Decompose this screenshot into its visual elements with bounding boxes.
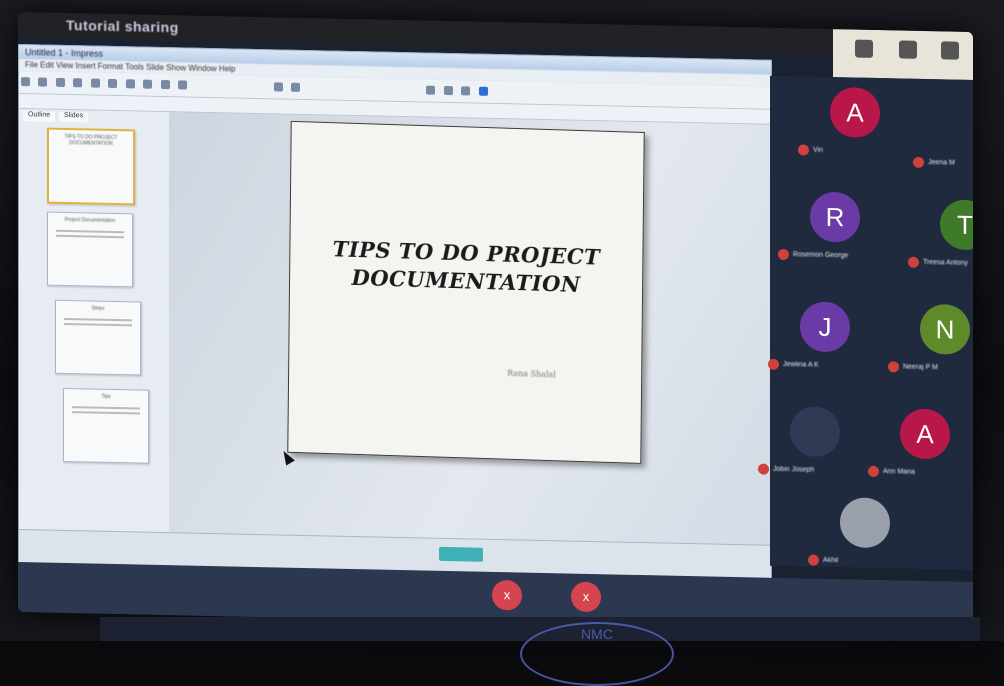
- slide-subtitle: Rana Shalal: [507, 368, 556, 380]
- participant-name: Vin: [813, 146, 823, 154]
- slide-workspace: TIPS TO DO PROJECT DOCUMENTATION Rana Sh…: [169, 112, 771, 545]
- participant-name: Treesa Antony: [923, 258, 968, 267]
- monitor-screen: Tutorial sharing Untitled 1 - Impress Fi…: [18, 11, 973, 633]
- bold-icon[interactable]: [426, 85, 436, 95]
- thumbnail-label: Steps: [91, 305, 105, 312]
- participant-name: Jobin Joseph: [773, 465, 815, 474]
- muted-icon: [768, 358, 779, 370]
- align-icon[interactable]: [478, 86, 488, 96]
- participant-avatar[interactable]: N: [920, 303, 970, 355]
- participant-avatar[interactable]: A: [830, 87, 880, 139]
- stop-video-button[interactable]: x: [571, 581, 601, 613]
- print-icon[interactable]: [73, 78, 83, 88]
- participants-icon[interactable]: [855, 39, 873, 58]
- new-icon[interactable]: [21, 77, 30, 87]
- paste-icon[interactable]: [143, 79, 153, 89]
- slide-thumbnail[interactable]: Steps: [55, 299, 141, 376]
- spellcheck-icon[interactable]: [90, 78, 100, 88]
- underline-icon[interactable]: [461, 86, 471, 96]
- thumbnail-label: TIPS TO DO PROJECT DOCUMENTATION: [64, 133, 118, 147]
- participants-panel: A Vin Jeena M R Rosemon George T Treesa Antony…: [758, 75, 973, 571]
- top-right-toolbar: [833, 29, 973, 81]
- participant-name: Ann Maria: [883, 468, 915, 476]
- muted-icon: [808, 554, 819, 566]
- shared-app-window: Untitled 1 - Impress File Edit View Inse…: [18, 43, 772, 580]
- open-icon[interactable]: [38, 77, 48, 87]
- italic-icon[interactable]: [443, 85, 453, 96]
- muted-icon: [888, 361, 899, 373]
- participant-name: Akhil: [823, 556, 839, 565]
- more-icon[interactable]: [941, 41, 959, 60]
- current-slide[interactable]: TIPS TO DO PROJECT DOCUMENTATION Rana Sh…: [287, 120, 645, 464]
- participant-name: Jeena M: [928, 159, 955, 167]
- muted-icon: [778, 248, 789, 261]
- chat-icon[interactable]: [899, 40, 917, 59]
- thumbnail-label: Tips: [101, 393, 111, 400]
- muted-icon: [913, 156, 924, 168]
- table-icon[interactable]: [273, 82, 283, 92]
- participant-avatar[interactable]: A: [900, 408, 950, 460]
- mute-mic-button[interactable]: x: [492, 579, 522, 611]
- participant-avatar[interactable]: [840, 497, 890, 549]
- muted-icon: [798, 144, 809, 156]
- slides-pane: Outline Slides TIPS TO DO PROJECT DOCUME…: [19, 109, 170, 533]
- status-indicator: [439, 546, 483, 562]
- participant-avatar[interactable]: T: [940, 199, 973, 251]
- participant-avatar[interactable]: [945, 99, 973, 151]
- participant-name: Neeraj P M: [903, 363, 938, 372]
- chart-icon[interactable]: [290, 82, 300, 92]
- thumbnail-label: Project Documentation: [64, 216, 116, 225]
- participant-avatar[interactable]: [790, 406, 840, 458]
- redo-icon[interactable]: [178, 80, 188, 90]
- watermark-stamp: NMC: [520, 622, 674, 686]
- meeting-title: Tutorial sharing: [66, 17, 179, 36]
- copy-icon[interactable]: [125, 79, 135, 89]
- slide-thumbnail[interactable]: Tips: [63, 387, 149, 464]
- participant-name: Rosemon George: [793, 251, 849, 260]
- tab-outline[interactable]: Outline: [23, 111, 56, 122]
- tab-slides[interactable]: Slides: [59, 111, 89, 123]
- slide-thumbnail[interactable]: TIPS TO DO PROJECT DOCUMENTATION: [47, 127, 135, 206]
- participant-avatar[interactable]: J: [800, 301, 850, 353]
- muted-icon: [758, 463, 769, 475]
- save-icon[interactable]: [55, 77, 65, 87]
- slide-thumbnail[interactable]: Project Documentation: [47, 211, 133, 288]
- muted-icon: [868, 465, 879, 478]
- slide-title: TIPS TO DO PROJECT DOCUMENTATION: [290, 234, 643, 301]
- undo-icon[interactable]: [160, 79, 170, 90]
- participant-avatar[interactable]: R: [810, 191, 860, 243]
- participant-name: Jewlina A K: [783, 361, 819, 369]
- cut-icon[interactable]: [108, 78, 118, 89]
- muted-icon: [908, 256, 919, 268]
